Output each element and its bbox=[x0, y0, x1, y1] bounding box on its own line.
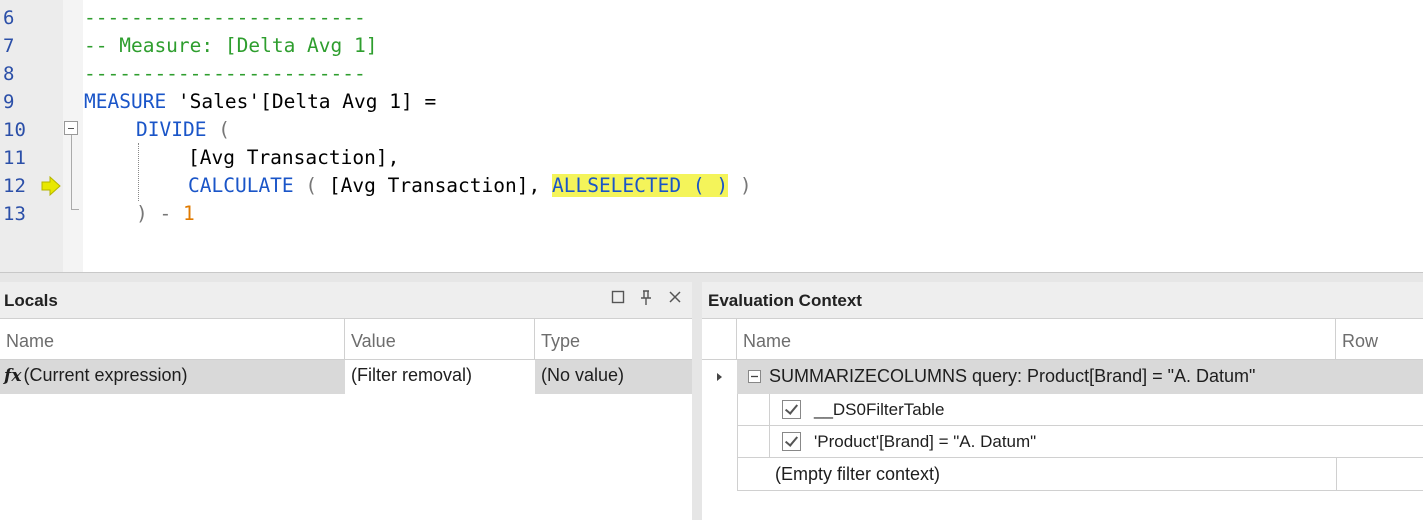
horizontal-splitter[interactable] bbox=[0, 272, 1423, 282]
checkbox-checked-icon[interactable] bbox=[782, 432, 801, 451]
context-item-row[interactable]: 'Product'[Brand] = "A. Datum" bbox=[737, 426, 1423, 458]
collapse-icon[interactable] bbox=[748, 370, 761, 383]
code-line-8: ------------------------ bbox=[84, 62, 366, 85]
fold-guide-end bbox=[71, 209, 79, 210]
row-type: (No value) bbox=[541, 365, 625, 385]
vertical-splitter[interactable] bbox=[692, 282, 702, 520]
expand-arrow-icon[interactable] bbox=[716, 372, 724, 382]
code-line-9: MEASURE 'Sales'[Delta Avg 1] = bbox=[84, 88, 436, 116]
context-empty-row[interactable]: (Empty filter context) bbox=[737, 458, 1423, 491]
line-number: 9 bbox=[3, 91, 15, 113]
locals-header: Locals bbox=[0, 282, 692, 319]
code-line-12: CALCULATE ( [Avg Transaction], ALLSELECT… bbox=[188, 172, 752, 200]
line-number: 6 bbox=[3, 7, 15, 29]
group-row-body: SUMMARIZECOLUMNS query: Product[Brand] =… bbox=[737, 360, 1423, 394]
current-statement-highlight: ALLSELECTED ( ) bbox=[551, 174, 729, 197]
code-line-13: ) - 1 bbox=[136, 200, 195, 228]
row-gutter bbox=[702, 360, 737, 394]
code-text: ( bbox=[206, 118, 230, 141]
column-header-type[interactable]: Type bbox=[535, 319, 692, 360]
row-name-cell: fx (Current expression) bbox=[0, 365, 345, 386]
code-text: 'Sales'[Delta Avg 1] = bbox=[166, 90, 437, 113]
line-number: 7 bbox=[3, 35, 15, 57]
locals-panel: Locals Name Value Type fx (Current expres… bbox=[0, 282, 692, 520]
pin-icon[interactable] bbox=[636, 290, 656, 310]
evaluation-context-panel: Evaluation Context Name Row SUMMARIZECOL… bbox=[702, 282, 1423, 520]
collapse-toggle-icon[interactable] bbox=[64, 121, 78, 135]
empty-context-label: (Empty filter context) bbox=[775, 464, 941, 484]
line-number: 12 bbox=[3, 175, 26, 197]
code-line-11: [Avg Transaction], bbox=[188, 146, 400, 169]
fold-margin bbox=[63, 0, 83, 272]
panel-title: Locals bbox=[4, 291, 58, 310]
context-group-row[interactable]: SUMMARIZECOLUMNS query: Product[Brand] =… bbox=[702, 360, 1423, 394]
context-item-label: 'Product'[Brand] = "A. Datum" bbox=[814, 432, 1037, 451]
evaluation-context-header: Evaluation Context bbox=[702, 282, 1423, 319]
code-line-7: -- Measure: [Delta Avg 1] bbox=[84, 34, 378, 57]
line-number: 8 bbox=[3, 63, 15, 85]
column-header-expander bbox=[702, 319, 737, 360]
code-line-10: DIVIDE ( bbox=[136, 116, 230, 144]
keyword: MEASURE bbox=[84, 90, 167, 113]
code-editor[interactable]: 6 7 8 9 10 11 12 13 --------------------… bbox=[0, 0, 1423, 272]
number-literal: 1 bbox=[182, 202, 195, 225]
fx-icon: fx bbox=[4, 366, 22, 386]
maximize-icon[interactable] bbox=[608, 290, 628, 310]
column-header-name[interactable]: Name bbox=[737, 319, 1336, 360]
indent-divider bbox=[769, 426, 770, 458]
column-header-value[interactable]: Value bbox=[345, 319, 535, 360]
table-row[interactable]: fx (Current expression) (Filter removal) … bbox=[0, 360, 692, 394]
line-number: 10 bbox=[3, 119, 26, 141]
code-text: ) - bbox=[136, 202, 183, 225]
checkbox-checked-icon[interactable] bbox=[782, 400, 801, 419]
column-header-row[interactable]: Row bbox=[1336, 319, 1423, 360]
code-line-6: ------------------------ bbox=[84, 6, 366, 29]
context-item-label: __DS0FilterTable bbox=[814, 400, 945, 419]
line-number: 11 bbox=[3, 147, 26, 169]
group-label: SUMMARIZECOLUMNS query: Product[Brand] =… bbox=[769, 366, 1256, 386]
row-name: (Current expression) bbox=[23, 365, 188, 385]
keyword: CALCULATE bbox=[188, 174, 294, 197]
keyword: DIVIDE bbox=[136, 118, 207, 141]
column-divider bbox=[1336, 458, 1337, 490]
column-header-name[interactable]: Name bbox=[0, 319, 345, 360]
line-number: 13 bbox=[3, 203, 26, 225]
code-text: [Avg Transaction], bbox=[328, 174, 541, 197]
context-item-row[interactable]: __DS0FilterTable bbox=[737, 394, 1423, 426]
code-text: ) bbox=[728, 174, 752, 197]
panel-title: Evaluation Context bbox=[708, 291, 862, 310]
close-icon[interactable] bbox=[665, 290, 685, 310]
code-text: ( bbox=[293, 174, 329, 197]
execution-pointer-icon bbox=[41, 176, 61, 196]
fold-guide bbox=[71, 135, 72, 209]
indent-guide bbox=[138, 143, 139, 201]
row-value: (Filter removal) bbox=[345, 360, 535, 394]
indent-divider bbox=[769, 394, 770, 426]
